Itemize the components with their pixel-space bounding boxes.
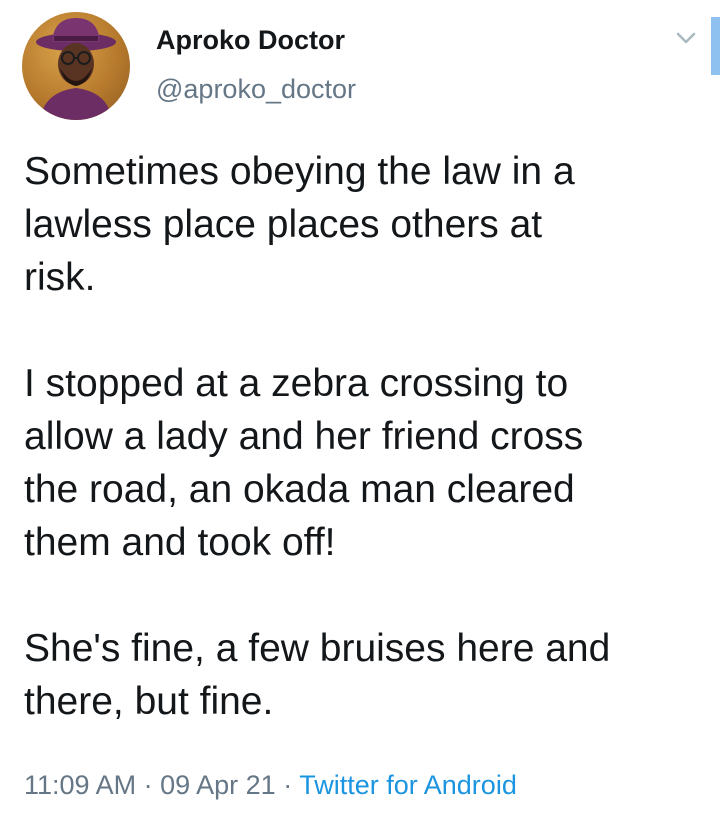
tweet-paragraph: She's fine, a few bruises here and there… [24, 627, 611, 723]
tweet-source-link[interactable]: Twitter for Android [299, 770, 517, 800]
scrollbar[interactable] [711, 17, 720, 75]
tweet-card: Aproko Doctor @aproko_doctor Sometimes o… [0, 0, 720, 814]
tweet-time[interactable]: 11:09 AM [24, 770, 136, 800]
tweet-meta: 11:09 AM · 09 Apr 21 · Twitter for Andro… [24, 770, 517, 801]
avatar[interactable] [22, 12, 130, 120]
tweet-date[interactable]: 09 Apr 21 [160, 770, 276, 800]
tweet-paragraph: I stopped at a zebra crossing to allow a… [24, 362, 584, 564]
author-handle[interactable]: @aproko_doctor [156, 74, 356, 105]
meta-separator: · [143, 770, 153, 800]
meta-separator: · [283, 770, 293, 800]
author-display-name[interactable]: Aproko Doctor [156, 25, 345, 56]
chevron-down-icon[interactable] [672, 26, 700, 50]
profile-photo-icon [36, 18, 116, 120]
tweet-text: Sometimes obeying the law in a lawless p… [24, 145, 704, 728]
tweet-paragraph: Sometimes obeying the law in a lawless p… [24, 150, 575, 299]
